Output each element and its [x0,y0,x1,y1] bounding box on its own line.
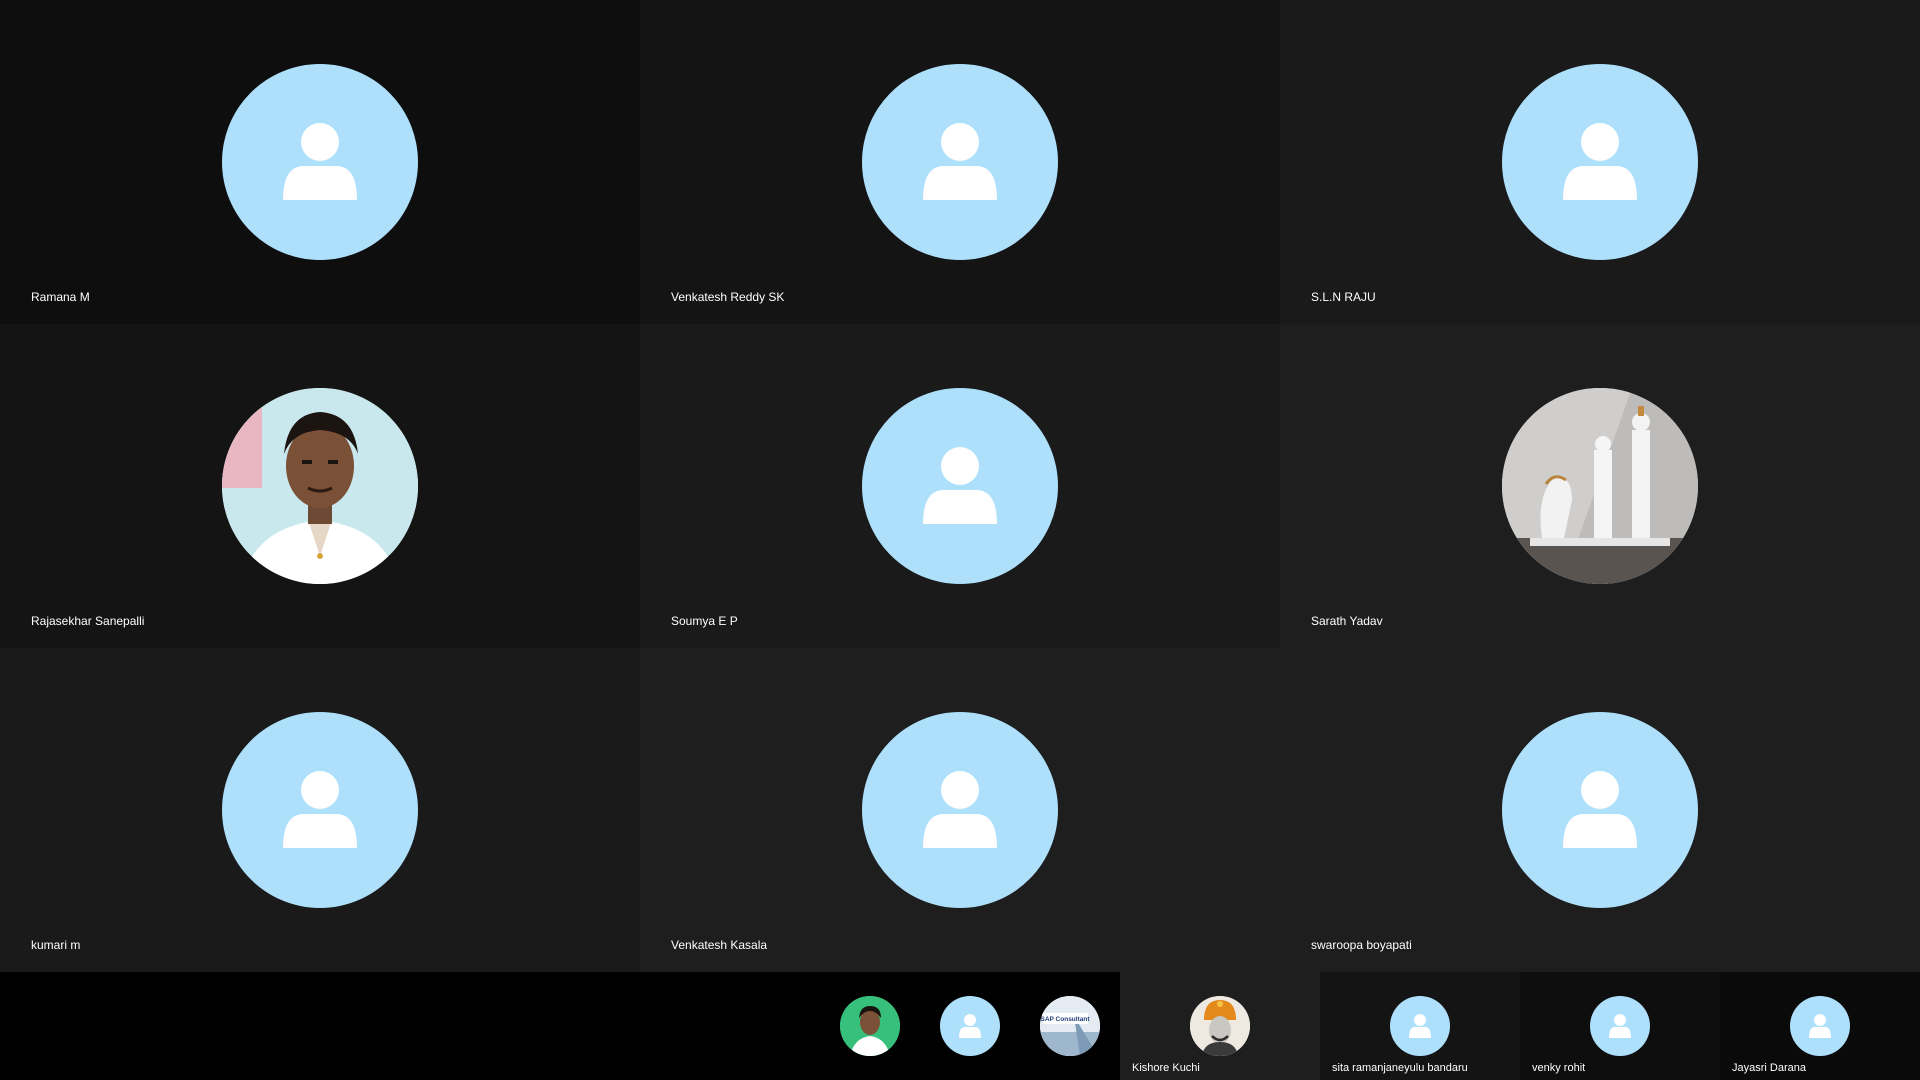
participant-tile[interactable]: Ramana M [0,0,640,324]
default-avatar-icon [222,712,418,908]
participant-tile[interactable]: Rajasekhar Sanepalli [0,324,640,648]
participant-name: S.L.N RAJU [1311,290,1376,304]
participant-name: Rajasekhar Sanepalli [31,614,145,628]
default-avatar-icon[interactable] [940,996,1000,1056]
sap-badge-text: SAP Consultant [1041,1016,1091,1023]
default-avatar-icon [1590,996,1650,1056]
participant-tile[interactable]: Venkatesh Kasala [640,648,1280,972]
default-avatar-icon [222,64,418,260]
participant-name: Venkatesh Kasala [671,938,768,952]
participant-name: sita ramanjaneyulu bandaru [1332,1062,1468,1074]
default-avatar-icon [1390,996,1450,1056]
participant-name: swaroopa boyapati [1311,938,1412,952]
participant-name: venky rohit [1532,1062,1586,1074]
default-avatar-icon [1790,996,1850,1056]
participant-name: Ramana M [31,290,90,304]
participant-thumbnail [1190,996,1250,1056]
participant-thumbnail[interactable] [840,996,900,1056]
participant-tile[interactable]: kumari m [0,648,640,972]
default-avatar-icon [1502,712,1698,908]
default-avatar-icon [862,712,1058,908]
participant-tile[interactable]: Venkatesh Reddy SK [640,0,1280,324]
participant-tile-small[interactable]: Jayasri Darana [1720,972,1920,1080]
profile-photo-avatar [222,388,418,584]
participant-tile-small[interactable]: Kishore Kuchi [1120,972,1320,1080]
participant-name: kumari m [31,938,81,952]
participant-name: Kishore Kuchi [1132,1062,1200,1074]
default-avatar-icon [1502,64,1698,260]
participant-tile-small[interactable]: sita ramanjaneyulu bandaru [1320,972,1520,1080]
participant-grid: Ramana M Venkatesh Reddy SK S.L.N RAJU R… [0,0,1920,972]
participant-name: Venkatesh Reddy SK [671,290,785,304]
participant-tile-small[interactable]: venky rohit [1520,972,1720,1080]
participant-overflow-strip: SAP Consultant Kishore Kuchi sita ramanj… [0,972,1920,1080]
default-avatar-icon [862,388,1058,584]
participant-name: Soumya E P [671,614,738,628]
meeting-gallery-view: Ramana M Venkatesh Reddy SK S.L.N RAJU R… [0,0,1920,1080]
participant-tile[interactable]: Soumya E P [640,324,1280,648]
default-avatar-icon [862,64,1058,260]
participant-thumbnail[interactable]: SAP Consultant [1040,996,1100,1056]
participant-tile[interactable]: swaroopa boyapati [1280,648,1920,972]
profile-photo-avatar [1502,388,1698,584]
participant-name: Sarath Yadav [1311,614,1383,628]
participant-tile[interactable]: Sarath Yadav [1280,324,1920,648]
participant-tile[interactable]: S.L.N RAJU [1280,0,1920,324]
participant-name: Jayasri Darana [1732,1062,1806,1074]
